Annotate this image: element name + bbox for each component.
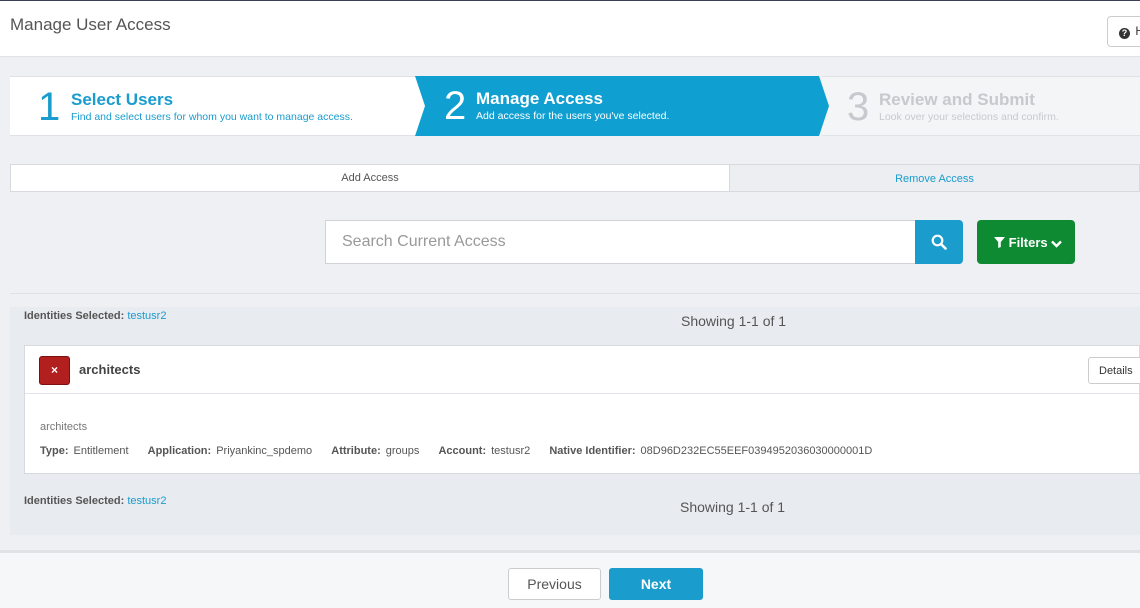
- remove-item-button[interactable]: ×: [39, 356, 70, 385]
- wizard-step-select-users[interactable]: 1 Select Users Find and select users for…: [10, 76, 430, 136]
- identities-selected-bottom: Identities Selected: testusr2: [24, 495, 166, 507]
- access-item-card: × architects Details architects Type: Ent…: [24, 345, 1140, 474]
- filters-label: Filters: [1008, 235, 1048, 250]
- attr-value-account: testusr2: [491, 445, 531, 457]
- wizard-steps: 1 Select Users Find and select users for…: [10, 76, 1140, 136]
- attr-value-attribute: groups: [385, 445, 420, 457]
- attr-key-account: Account:: [438, 445, 487, 457]
- search-input[interactable]: [325, 220, 917, 264]
- funnel-icon: [994, 237, 1005, 248]
- question-circle-icon: ?: [1119, 28, 1130, 39]
- identities-label: Identities Selected:: [24, 495, 125, 507]
- attr-key-attribute: Attribute:: [331, 445, 381, 457]
- item-attributes: Type: Entitlement Application: Priyankinc_…: [40, 445, 888, 457]
- showing-count-bottom: Showing 1-1 of 1: [680, 499, 786, 515]
- attr-value-application: Priyankinc_spdemo: [216, 445, 313, 457]
- previous-button[interactable]: Previous: [508, 568, 601, 600]
- wizard-step-review-submit: 3 Review and Submit Look over your selec…: [822, 76, 1140, 136]
- step-description: Find and select users for whom you want …: [71, 111, 353, 123]
- identities-label: Identities Selected:: [24, 310, 125, 322]
- step-number: 3: [847, 85, 870, 129]
- item-description: architects: [40, 421, 88, 433]
- step-description: Look over your selections and confirm.: [879, 111, 1059, 123]
- attr-key-native-identifier: Native Identifier:: [549, 445, 636, 457]
- step-title: Manage Access: [476, 89, 603, 108]
- divider: [10, 293, 1140, 294]
- access-tabs: Add Access Remove Access: [10, 164, 1140, 192]
- chevron-down-icon: [1051, 240, 1063, 248]
- filters-button[interactable]: Filters: [977, 220, 1075, 264]
- identities-selected-top: Identities Selected: testusr2: [24, 310, 166, 322]
- card-header: × architects Details: [25, 346, 1140, 394]
- step-description: Add access for the users you've selected…: [476, 110, 670, 122]
- showing-count-top: Showing 1-1 of 1: [681, 313, 787, 329]
- attr-value-native-identifier: 08D96D232EC55EEF0394952036030000001D: [640, 445, 873, 457]
- details-button[interactable]: Details: [1088, 357, 1140, 384]
- tab-remove-access[interactable]: Remove Access: [729, 164, 1140, 192]
- attr-value-type: Entitlement: [73, 445, 129, 457]
- page-title: Manage User Access: [10, 15, 171, 34]
- tab-add-access[interactable]: Add Access: [10, 164, 730, 192]
- help-button[interactable]: ? H: [1107, 16, 1140, 47]
- attr-key-type: Type:: [40, 445, 69, 457]
- page-header: Manage User Access ? H: [0, 1, 1140, 57]
- attr-key-application: Application:: [147, 445, 212, 457]
- item-title: architects: [79, 362, 141, 377]
- help-label: H: [1135, 24, 1140, 38]
- wizard-step-manage-access: 2 Manage Access Add access for the users…: [415, 76, 829, 136]
- close-icon: ×: [50, 363, 58, 377]
- footer: Previous Next: [0, 550, 1140, 608]
- identity-link[interactable]: testusr2: [127, 310, 166, 322]
- step-number: 2: [444, 84, 467, 128]
- step-number: 1: [38, 85, 61, 129]
- step-title: Select Users: [71, 90, 174, 109]
- step-title: Review and Submit: [879, 90, 1035, 109]
- next-button[interactable]: Next: [609, 568, 703, 600]
- identity-link[interactable]: testusr2: [127, 495, 166, 507]
- search-icon: [931, 234, 947, 250]
- search-button[interactable]: [915, 220, 963, 264]
